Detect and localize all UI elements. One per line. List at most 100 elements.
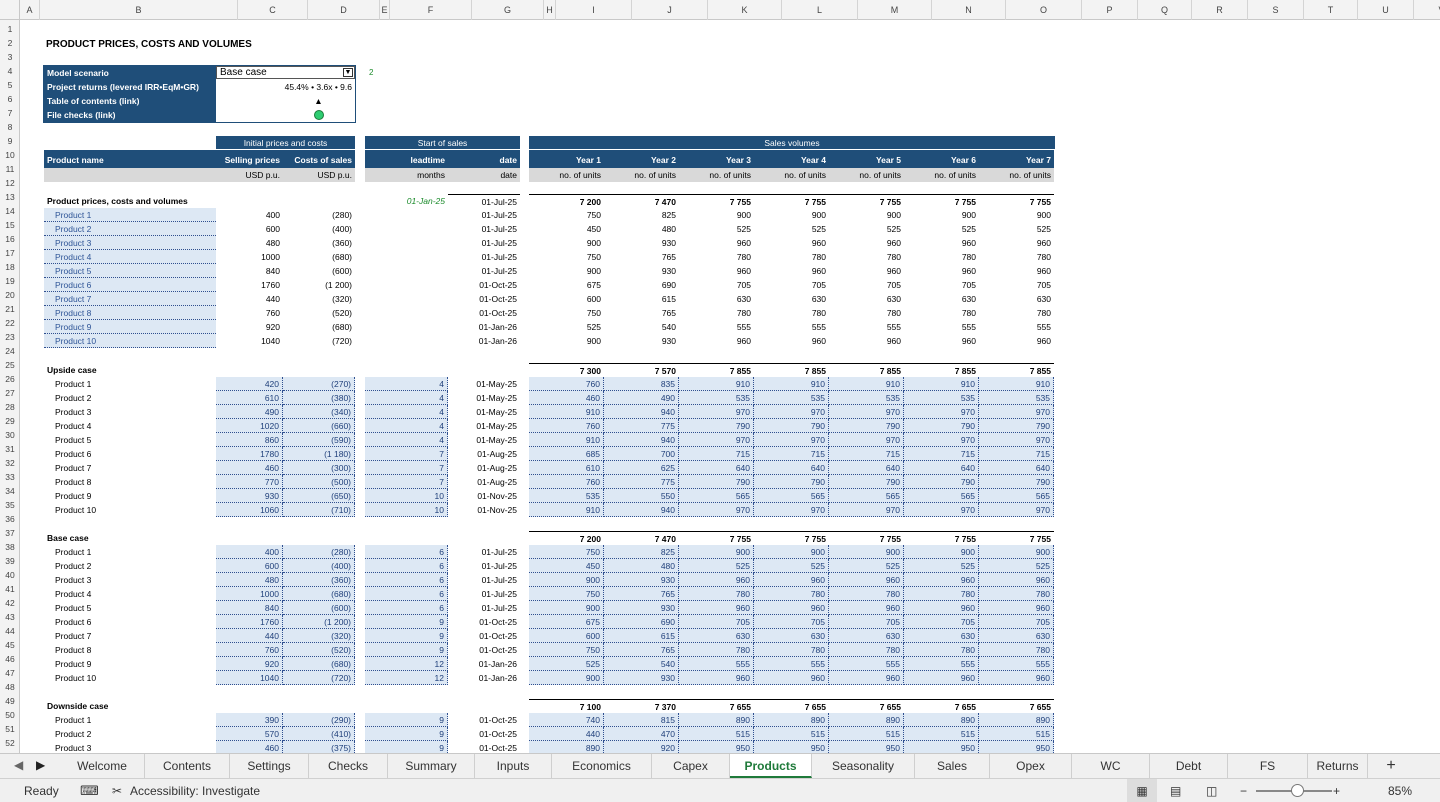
row-header[interactable]: 52 bbox=[0, 736, 19, 750]
row-header[interactable]: 43 bbox=[0, 610, 19, 624]
volume-cell[interactable]: 535 bbox=[904, 391, 979, 405]
cost-of-sales[interactable]: (680) bbox=[283, 657, 355, 671]
column-header[interactable]: B bbox=[40, 0, 238, 20]
volume-cell[interactable]: 960 bbox=[679, 573, 754, 587]
selling-price[interactable]: 860 bbox=[216, 433, 283, 447]
selling-price[interactable]: 480 bbox=[216, 573, 283, 587]
product-name-link[interactable]: Product 9 bbox=[44, 320, 216, 334]
volume-cell[interactable]: 960 bbox=[679, 671, 754, 685]
cost-of-sales[interactable]: (710) bbox=[283, 503, 355, 517]
volume-cell[interactable]: 910 bbox=[904, 377, 979, 391]
volume-cell[interactable]: 675 bbox=[529, 615, 604, 629]
leadtime-input[interactable]: 4 bbox=[365, 433, 448, 447]
leadtime-input[interactable]: 9 bbox=[365, 713, 448, 727]
volume-cell[interactable]: 630 bbox=[754, 629, 829, 643]
sheet-tab[interactable]: Returns bbox=[1308, 754, 1368, 778]
volume-cell[interactable]: 640 bbox=[829, 461, 904, 475]
row-header[interactable]: 33 bbox=[0, 470, 19, 484]
volume-cell[interactable]: 790 bbox=[829, 475, 904, 489]
column-header[interactable]: H bbox=[544, 0, 556, 20]
volume-cell[interactable]: 790 bbox=[904, 419, 979, 433]
selling-price[interactable]: 490 bbox=[216, 405, 283, 419]
volume-cell[interactable]: 960 bbox=[904, 573, 979, 587]
zoom-slider-handle[interactable] bbox=[1291, 784, 1304, 797]
row-header[interactable]: 44 bbox=[0, 624, 19, 638]
volume-cell[interactable]: 630 bbox=[679, 629, 754, 643]
leadtime-input[interactable]: 9 bbox=[365, 615, 448, 629]
volume-cell[interactable]: 940 bbox=[604, 503, 679, 517]
row-header[interactable]: 8 bbox=[0, 120, 19, 134]
product-name-link[interactable]: Product 10 bbox=[44, 334, 216, 348]
volume-cell[interactable]: 910 bbox=[529, 405, 604, 419]
volume-cell[interactable]: 940 bbox=[604, 433, 679, 447]
select-all-corner[interactable] bbox=[0, 0, 20, 20]
macro-record-icon[interactable]: ⌨ bbox=[80, 779, 99, 802]
check-ok-icon[interactable] bbox=[314, 110, 324, 120]
tab-scroll-left-icon[interactable]: ◀ bbox=[14, 758, 23, 772]
volume-cell[interactable]: 920 bbox=[604, 741, 679, 753]
volume-cell[interactable]: 525 bbox=[829, 559, 904, 573]
volume-cell[interactable]: 525 bbox=[529, 657, 604, 671]
row-header[interactable]: 12 bbox=[0, 176, 19, 190]
selling-price[interactable]: 440 bbox=[216, 629, 283, 643]
volume-cell[interactable]: 685 bbox=[529, 447, 604, 461]
volume-cell[interactable]: 565 bbox=[829, 489, 904, 503]
volume-cell[interactable]: 970 bbox=[904, 503, 979, 517]
volume-cell[interactable]: 625 bbox=[604, 461, 679, 475]
column-header[interactable]: F bbox=[390, 0, 472, 20]
volume-cell[interactable]: 715 bbox=[754, 447, 829, 461]
volume-cell[interactable]: 715 bbox=[979, 447, 1054, 461]
cost-of-sales[interactable]: (280) bbox=[283, 545, 355, 559]
sheet-tab[interactable]: WC bbox=[1072, 754, 1150, 778]
sheet-tab[interactable]: Inputs bbox=[475, 754, 552, 778]
volume-cell[interactable]: 780 bbox=[829, 587, 904, 601]
volume-cell[interactable]: 525 bbox=[754, 559, 829, 573]
volume-cell[interactable]: 760 bbox=[529, 475, 604, 489]
cost-of-sales[interactable]: (1 180) bbox=[283, 447, 355, 461]
volume-cell[interactable]: 535 bbox=[679, 391, 754, 405]
volume-cell[interactable]: 950 bbox=[829, 741, 904, 753]
row-header[interactable]: 28 bbox=[0, 400, 19, 414]
row-header[interactable]: 26 bbox=[0, 372, 19, 386]
row-header[interactable]: 2 bbox=[0, 36, 19, 50]
volume-cell[interactable]: 775 bbox=[604, 419, 679, 433]
volume-cell[interactable]: 460 bbox=[529, 391, 604, 405]
chevron-down-icon[interactable]: ▼ bbox=[343, 68, 353, 77]
sheet-tab[interactable]: Seasonality bbox=[812, 754, 915, 778]
page-break-view-icon[interactable]: ◫ bbox=[1206, 779, 1217, 802]
volume-cell[interactable]: 930 bbox=[604, 573, 679, 587]
column-header[interactable]: M bbox=[858, 0, 932, 20]
selling-price[interactable]: 1020 bbox=[216, 419, 283, 433]
column-header[interactable]: A bbox=[20, 0, 40, 20]
sheet-tab[interactable]: Debt bbox=[1150, 754, 1228, 778]
volume-cell[interactable]: 790 bbox=[829, 419, 904, 433]
sheet-tab[interactable]: Contents bbox=[145, 754, 230, 778]
volume-cell[interactable]: 515 bbox=[754, 727, 829, 741]
product-name-link[interactable]: Product 2 bbox=[44, 222, 216, 236]
volume-cell[interactable]: 700 bbox=[604, 447, 679, 461]
accessibility-icon[interactable]: ✂ bbox=[112, 779, 122, 802]
column-header[interactable]: Q bbox=[1138, 0, 1192, 20]
row-header[interactable]: 35 bbox=[0, 498, 19, 512]
volume-cell[interactable]: 960 bbox=[829, 601, 904, 615]
volume-cell[interactable]: 715 bbox=[679, 447, 754, 461]
product-name-link[interactable]: Product 1 bbox=[44, 208, 216, 222]
volume-cell[interactable]: 970 bbox=[979, 503, 1054, 517]
cost-of-sales[interactable]: (360) bbox=[283, 573, 355, 587]
volume-cell[interactable]: 890 bbox=[529, 741, 604, 753]
row-header[interactable]: 6 bbox=[0, 92, 19, 106]
volume-cell[interactable]: 640 bbox=[754, 461, 829, 475]
zoom-out-icon[interactable]: − bbox=[1240, 779, 1247, 802]
volume-cell[interactable]: 780 bbox=[754, 587, 829, 601]
volume-cell[interactable]: 900 bbox=[529, 671, 604, 685]
leadtime-input[interactable]: 4 bbox=[365, 391, 448, 405]
selling-price[interactable]: 420 bbox=[216, 377, 283, 391]
row-header[interactable]: 20 bbox=[0, 288, 19, 302]
row-header[interactable]: 51 bbox=[0, 722, 19, 736]
selling-price[interactable]: 1780 bbox=[216, 447, 283, 461]
add-sheet-button[interactable]: + bbox=[1380, 754, 1402, 778]
row-header[interactable]: 11 bbox=[0, 162, 19, 176]
volume-cell[interactable]: 760 bbox=[529, 419, 604, 433]
column-header[interactable]: J bbox=[632, 0, 708, 20]
volume-cell[interactable]: 970 bbox=[829, 503, 904, 517]
